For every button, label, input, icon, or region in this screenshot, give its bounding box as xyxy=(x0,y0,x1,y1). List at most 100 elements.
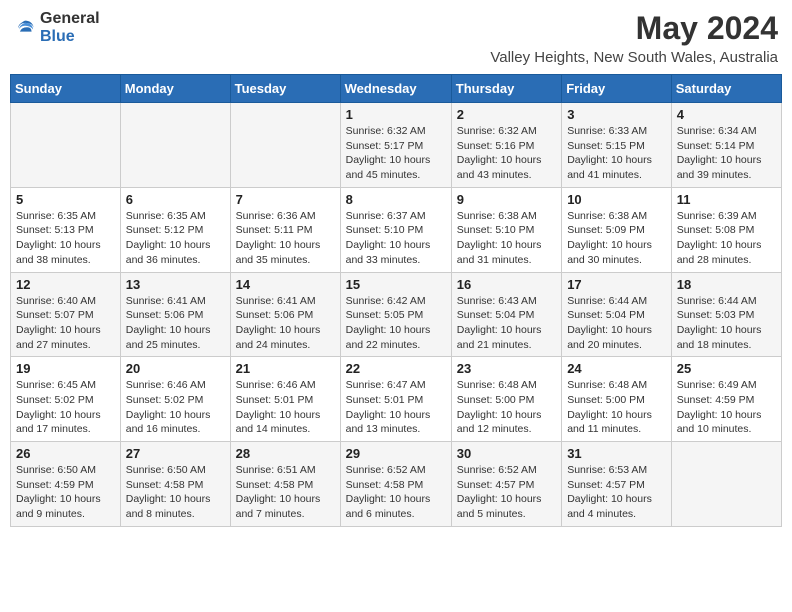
day-number: 26 xyxy=(16,446,115,461)
day-info: Sunrise: 6:33 AM Sunset: 5:15 PM Dayligh… xyxy=(567,124,666,183)
day-number: 3 xyxy=(567,107,666,122)
day-number: 24 xyxy=(567,361,666,376)
day-info: Sunrise: 6:41 AM Sunset: 5:06 PM Dayligh… xyxy=(126,294,225,353)
day-info: Sunrise: 6:34 AM Sunset: 5:14 PM Dayligh… xyxy=(677,124,776,183)
week-row-4: 19 Sunrise: 6:45 AM Sunset: 5:02 PM Dayli… xyxy=(11,357,782,442)
day-number: 13 xyxy=(126,277,225,292)
calendar-cell xyxy=(120,103,230,188)
day-number: 28 xyxy=(236,446,335,461)
day-info: Sunrise: 6:52 AM Sunset: 4:57 PM Dayligh… xyxy=(457,463,556,522)
calendar-cell: 8 Sunrise: 6:37 AM Sunset: 5:10 PM Daylig… xyxy=(340,187,451,272)
day-info: Sunrise: 6:48 AM Sunset: 5:00 PM Dayligh… xyxy=(567,378,666,437)
week-row-5: 26 Sunrise: 6:50 AM Sunset: 4:59 PM Dayli… xyxy=(11,442,782,527)
calendar-cell: 30 Sunrise: 6:52 AM Sunset: 4:57 PM Dayli… xyxy=(451,442,561,527)
calendar-table: SundayMondayTuesdayWednesdayThursdayFrid… xyxy=(10,74,782,527)
calendar-cell: 23 Sunrise: 6:48 AM Sunset: 5:00 PM Dayli… xyxy=(451,357,561,442)
day-number: 30 xyxy=(457,446,556,461)
day-number: 5 xyxy=(16,192,115,207)
calendar-cell: 29 Sunrise: 6:52 AM Sunset: 4:58 PM Dayli… xyxy=(340,442,451,527)
day-info: Sunrise: 6:48 AM Sunset: 5:00 PM Dayligh… xyxy=(457,378,556,437)
calendar-cell: 25Sunrise: 6:49 AM Sunset: 4:59 PM Dayli… xyxy=(671,357,781,442)
day-number: 16 xyxy=(457,277,556,292)
day-info: Sunrise: 6:51 AM Sunset: 4:58 PM Dayligh… xyxy=(236,463,335,522)
day-info: Sunrise: 6:49 AM Sunset: 4:59 PM Dayligh… xyxy=(677,378,776,437)
day-info: Sunrise: 6:36 AM Sunset: 5:11 PM Dayligh… xyxy=(236,209,335,268)
day-info: Sunrise: 6:50 AM Sunset: 4:59 PM Dayligh… xyxy=(16,463,115,522)
calendar-cell: 20Sunrise: 6:46 AM Sunset: 5:02 PM Dayli… xyxy=(120,357,230,442)
day-number: 11 xyxy=(677,192,776,207)
day-number: 17 xyxy=(567,277,666,292)
day-info: Sunrise: 6:52 AM Sunset: 4:58 PM Dayligh… xyxy=(346,463,446,522)
day-number: 29 xyxy=(346,446,446,461)
calendar-cell: 24 Sunrise: 6:48 AM Sunset: 5:00 PM Dayli… xyxy=(562,357,672,442)
calendar-cell: 13 Sunrise: 6:41 AM Sunset: 5:06 PM Dayli… xyxy=(120,272,230,357)
day-number: 1 xyxy=(346,107,446,122)
calendar-cell xyxy=(11,103,121,188)
calendar-cell: 9 Sunrise: 6:38 AM Sunset: 5:10 PM Daylig… xyxy=(451,187,561,272)
logo-blue: Blue xyxy=(40,28,100,46)
day-info: Sunrise: 6:46 AM Sunset: 5:02 PM Dayligh… xyxy=(126,378,225,437)
title-block: May 2024 Valley Heights, New South Wales… xyxy=(490,10,778,66)
day-info: Sunrise: 6:46 AM Sunset: 5:01 PM Dayligh… xyxy=(236,378,335,437)
calendar-cell: 17 Sunrise: 6:44 AM Sunset: 5:04 PM Dayli… xyxy=(562,272,672,357)
calendar-cell: 11 Sunrise: 6:39 AM Sunset: 5:08 PM Dayli… xyxy=(671,187,781,272)
col-header-sunday: Sunday xyxy=(11,75,121,103)
calendar-cell xyxy=(230,103,340,188)
day-info: Sunrise: 6:44 AM Sunset: 5:03 PM Dayligh… xyxy=(677,294,776,353)
day-info: Sunrise: 6:38 AM Sunset: 5:10 PM Dayligh… xyxy=(457,209,556,268)
col-header-monday: Monday xyxy=(120,75,230,103)
day-number: 23 xyxy=(457,361,556,376)
month-title: May 2024 xyxy=(490,10,778,47)
day-number: 4 xyxy=(677,107,776,122)
day-info: Sunrise: 6:32 AM Sunset: 5:17 PM Dayligh… xyxy=(346,124,446,183)
day-info: Sunrise: 6:45 AM Sunset: 5:02 PM Dayligh… xyxy=(16,378,115,437)
calendar-cell: 21Sunrise: 6:46 AM Sunset: 5:01 PM Dayli… xyxy=(230,357,340,442)
logo: General Blue xyxy=(14,10,100,45)
calendar-cell xyxy=(671,442,781,527)
day-number: 18 xyxy=(677,277,776,292)
day-info: Sunrise: 6:32 AM Sunset: 5:16 PM Dayligh… xyxy=(457,124,556,183)
day-number: 31 xyxy=(567,446,666,461)
day-info: Sunrise: 6:39 AM Sunset: 5:08 PM Dayligh… xyxy=(677,209,776,268)
day-info: Sunrise: 6:37 AM Sunset: 5:10 PM Dayligh… xyxy=(346,209,446,268)
col-header-wednesday: Wednesday xyxy=(340,75,451,103)
calendar-cell: 26 Sunrise: 6:50 AM Sunset: 4:59 PM Dayli… xyxy=(11,442,121,527)
day-number: 8 xyxy=(346,192,446,207)
calendar-cell: 2 Sunrise: 6:32 AM Sunset: 5:16 PM Daylig… xyxy=(451,103,561,188)
day-info: Sunrise: 6:47 AM Sunset: 5:01 PM Dayligh… xyxy=(346,378,446,437)
calendar-cell: 5Sunrise: 6:35 AM Sunset: 5:13 PM Daylig… xyxy=(11,187,121,272)
day-info: Sunrise: 6:43 AM Sunset: 5:04 PM Dayligh… xyxy=(457,294,556,353)
header-row: SundayMondayTuesdayWednesdayThursdayFrid… xyxy=(11,75,782,103)
calendar-cell: 16 Sunrise: 6:43 AM Sunset: 5:04 PM Dayli… xyxy=(451,272,561,357)
calendar-cell: 27 Sunrise: 6:50 AM Sunset: 4:58 PM Dayli… xyxy=(120,442,230,527)
calendar-cell: 4 Sunrise: 6:34 AM Sunset: 5:14 PM Daylig… xyxy=(671,103,781,188)
day-info: Sunrise: 6:44 AM Sunset: 5:04 PM Dayligh… xyxy=(567,294,666,353)
week-row-2: 5Sunrise: 6:35 AM Sunset: 5:13 PM Daylig… xyxy=(11,187,782,272)
page-header: General Blue May 2024 Valley Heights, Ne… xyxy=(10,10,782,66)
day-number: 9 xyxy=(457,192,556,207)
day-number: 19 xyxy=(16,361,115,376)
col-header-thursday: Thursday xyxy=(451,75,561,103)
calendar-cell: 18 Sunrise: 6:44 AM Sunset: 5:03 PM Dayli… xyxy=(671,272,781,357)
day-info: Sunrise: 6:50 AM Sunset: 4:58 PM Dayligh… xyxy=(126,463,225,522)
day-info: Sunrise: 6:40 AM Sunset: 5:07 PM Dayligh… xyxy=(16,294,115,353)
calendar-cell: 10Sunrise: 6:38 AM Sunset: 5:09 PM Dayli… xyxy=(562,187,672,272)
day-number: 6 xyxy=(126,192,225,207)
day-number: 27 xyxy=(126,446,225,461)
col-header-tuesday: Tuesday xyxy=(230,75,340,103)
week-row-1: 1 Sunrise: 6:32 AM Sunset: 5:17 PM Daylig… xyxy=(11,103,782,188)
week-row-3: 12Sunrise: 6:40 AM Sunset: 5:07 PM Dayli… xyxy=(11,272,782,357)
logo-icon xyxy=(14,17,36,39)
col-header-saturday: Saturday xyxy=(671,75,781,103)
day-number: 15 xyxy=(346,277,446,292)
day-info: Sunrise: 6:35 AM Sunset: 5:12 PM Dayligh… xyxy=(126,209,225,268)
day-number: 7 xyxy=(236,192,335,207)
day-info: Sunrise: 6:38 AM Sunset: 5:09 PM Dayligh… xyxy=(567,209,666,268)
calendar-cell: 15 Sunrise: 6:42 AM Sunset: 5:05 PM Dayli… xyxy=(340,272,451,357)
calendar-cell: 19 Sunrise: 6:45 AM Sunset: 5:02 PM Dayli… xyxy=(11,357,121,442)
logo-general: General xyxy=(40,10,100,28)
day-number: 2 xyxy=(457,107,556,122)
calendar-cell: 7 Sunrise: 6:36 AM Sunset: 5:11 PM Daylig… xyxy=(230,187,340,272)
day-info: Sunrise: 6:42 AM Sunset: 5:05 PM Dayligh… xyxy=(346,294,446,353)
day-number: 22 xyxy=(346,361,446,376)
